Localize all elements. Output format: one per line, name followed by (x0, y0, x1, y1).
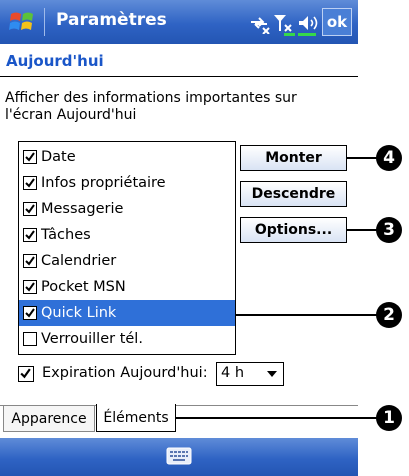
move-down-button[interactable]: Descendre (240, 181, 347, 207)
list-item-pocket-msn[interactable]: Pocket MSN (19, 274, 235, 300)
page-title: Aujourd'hui (6, 52, 104, 70)
move-up-button[interactable]: Monter (240, 145, 347, 171)
callout-line-2 (236, 314, 377, 316)
tab-appearance[interactable]: Apparence (3, 406, 95, 432)
callout-4: 4 (376, 145, 402, 171)
callout-line-4 (347, 157, 377, 159)
checkbox[interactable] (23, 176, 37, 190)
app-title: Paramètres (56, 10, 167, 30)
header-divider (0, 76, 358, 77)
list-item-date[interactable]: Date (19, 144, 235, 170)
list-item-label: Infos propriétaire (41, 175, 166, 191)
ok-button[interactable]: ok (322, 8, 352, 36)
expiration-value: 4 h (221, 365, 245, 381)
list-item-messaging[interactable]: Messagerie (19, 196, 235, 222)
callout-3: 3 (376, 217, 402, 243)
checkbox[interactable] (23, 280, 37, 294)
volume-icon[interactable] (296, 12, 320, 36)
list-item-owner-info[interactable]: Infos propriétaire (19, 170, 235, 196)
checkbox[interactable] (23, 202, 37, 216)
checkbox[interactable] (23, 306, 37, 320)
expiration-label: Expiration Aujourd'hui: (42, 365, 208, 381)
callout-line-1 (176, 417, 377, 419)
list-item-label: Tâches (41, 227, 91, 243)
checkbox[interactable] (23, 332, 37, 346)
description-text: Afficher des informations importantes su… (5, 90, 297, 123)
title-separator (44, 8, 45, 36)
list-item-tasks[interactable]: Tâches (19, 222, 235, 248)
checkbox[interactable] (23, 150, 37, 164)
list-item-lock-phone[interactable]: Verrouiller tél. (19, 326, 235, 352)
list-item-label: Calendrier (41, 253, 117, 269)
callout-2: 2 (376, 302, 402, 328)
list-item-calendar[interactable]: Calendrier (19, 248, 235, 274)
callout-line-3 (347, 229, 377, 231)
expiration-dropdown[interactable]: 4 h (216, 362, 284, 386)
today-items-list[interactable]: Date Infos propriétaire Messagerie Tâche… (18, 141, 236, 355)
list-item-label: Date (41, 149, 76, 165)
windows-start-icon[interactable] (8, 8, 36, 36)
signal-off-icon[interactable] (272, 12, 296, 36)
dropdown-arrow-icon[interactable] (267, 371, 277, 377)
options-button[interactable]: Options... (240, 217, 347, 243)
list-item-label: Quick Link (41, 305, 117, 321)
callout-1: 1 (376, 405, 402, 431)
checkbox[interactable] (23, 228, 37, 242)
list-item-quick-link[interactable]: Quick Link (19, 300, 235, 326)
tab-items[interactable]: Éléments (96, 404, 176, 432)
checkbox[interactable] (23, 254, 37, 268)
list-item-label: Messagerie (41, 201, 124, 217)
keyboard-icon[interactable] (166, 446, 192, 466)
connectivity-icon[interactable] (248, 14, 270, 34)
list-item-label: Pocket MSN (41, 279, 126, 295)
list-item-label: Verrouiller tél. (41, 331, 143, 347)
expiration-checkbox[interactable] (18, 366, 34, 382)
